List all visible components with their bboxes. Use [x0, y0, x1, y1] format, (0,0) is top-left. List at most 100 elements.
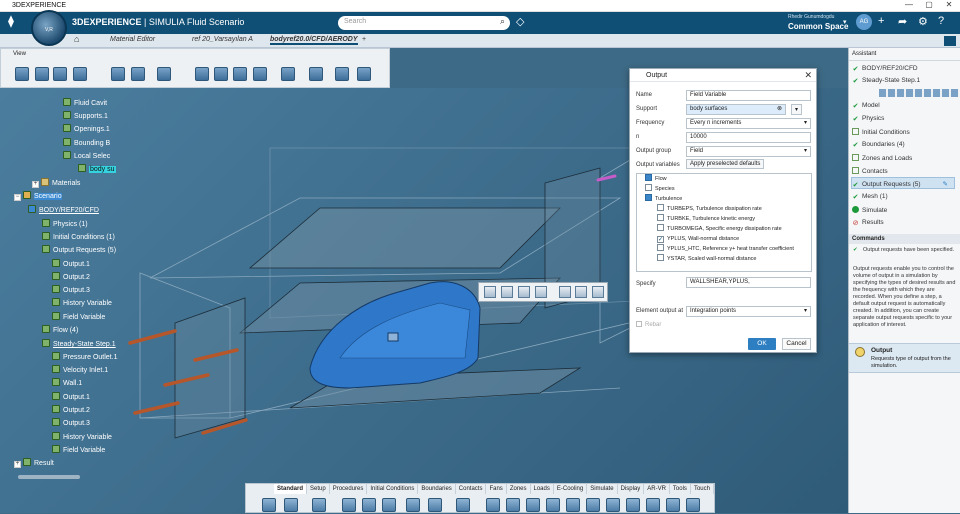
trap-select-icon[interactable] — [559, 286, 571, 298]
assistant-item-boundaries[interactable]: ✔ Boundaries (4) — [852, 141, 905, 149]
simulate-icon[interactable] — [646, 498, 660, 512]
tree-item-physics[interactable]: Physics (1) — [42, 219, 88, 228]
compass-widget[interactable]: V,R — [31, 10, 67, 46]
view-mode-icon[interactable] — [131, 67, 145, 81]
checkbox[interactable] — [657, 224, 664, 231]
tree-item-output-3[interactable]: Output.3 — [52, 285, 90, 294]
group-icon[interactable] — [546, 498, 560, 512]
ok-button[interactable]: OK — [748, 338, 776, 350]
cursor-icon[interactable] — [484, 286, 496, 298]
tab-loads[interactable]: Loads — [531, 484, 554, 494]
rotate-icon[interactable] — [53, 67, 67, 81]
tree-item-step-output-3[interactable]: Output.3 — [52, 418, 90, 427]
tab-contacts[interactable]: Contacts — [456, 484, 487, 494]
assistant-item-model[interactable]: ✔ Model — [852, 102, 880, 110]
assistant-item-output-requests[interactable]: ✔ Output Requests (5) ✎ — [852, 180, 948, 189]
table-icon[interactable] — [428, 498, 442, 512]
tree-item-field-variable[interactable]: Field Variable — [52, 312, 105, 321]
avatar[interactable]: AG — [856, 14, 872, 30]
tree-item-body-surfaces[interactable]: body su — [78, 164, 116, 173]
section-icon[interactable] — [281, 67, 295, 81]
tree-item-fluid-cavity[interactable]: Fluid Cavit — [63, 98, 107, 107]
filter-icon[interactable] — [357, 67, 371, 81]
assistant-item-physics[interactable]: ✔ Physics — [852, 115, 885, 123]
chevron-down-icon[interactable]: ▾ — [843, 18, 847, 26]
publish-icon[interactable] — [566, 498, 580, 512]
assistant-item-simulate[interactable]: Simulate — [852, 206, 887, 214]
tree-item-output-requests[interactable]: Output Requests (5) — [42, 245, 116, 254]
settings-icon[interactable] — [456, 498, 470, 512]
export-icon[interactable] — [526, 498, 540, 512]
minimize-button[interactable]: — — [902, 0, 916, 9]
tree-item-body-ref20[interactable]: BODY/REF20/CFD — [28, 205, 99, 214]
support-field[interactable]: body surfaces ⊗ — [686, 104, 786, 115]
checkbox[interactable] — [657, 204, 664, 211]
mesh-icon[interactable] — [606, 498, 620, 512]
output-command-card[interactable]: Output Requests type of output from the … — [849, 343, 960, 373]
list-item[interactable]: Species — [637, 184, 811, 194]
tab-initial-conditions[interactable]: Initial Conditions — [367, 484, 419, 494]
tab-material-editor[interactable]: Material Editor — [110, 36, 155, 43]
tree-item-supports[interactable]: Supports.1 — [63, 111, 108, 120]
body-select-icon[interactable] — [518, 286, 530, 298]
checkbox[interactable] — [645, 184, 652, 191]
tab-fans[interactable]: Fans — [486, 484, 507, 494]
tab-aerody[interactable]: bodyref20.0/CFD/AERODY — [270, 36, 358, 45]
assistant-item-mesh[interactable]: ✔ Mesh (1) — [852, 193, 888, 201]
shading-icon[interactable] — [253, 67, 267, 81]
zoom-icon[interactable] — [15, 67, 29, 81]
expand-icon[interactable]: + — [14, 461, 21, 468]
checkbox[interactable] — [645, 194, 652, 201]
tab-zones[interactable]: Zones — [507, 484, 531, 494]
face-select-icon[interactable] — [501, 286, 513, 298]
tree-item-initial-conditions[interactable]: Initial Conditions (1) — [42, 232, 115, 241]
tab-simulate[interactable]: Simulate — [587, 484, 618, 494]
checkbox[interactable] — [645, 174, 652, 181]
expand-icon[interactable] — [944, 36, 956, 46]
tree-item-local-selection[interactable]: Local Selec — [63, 151, 110, 160]
tree-item-openings[interactable]: Openings.1 — [63, 124, 110, 133]
close-icon[interactable]: ✕ — [804, 70, 812, 81]
list-item[interactable]: TURBKE, Turbulence kinetic energy — [637, 214, 811, 224]
tab-touch[interactable]: Touch — [691, 484, 714, 494]
tab-e-cooling[interactable]: E-Cooling — [554, 484, 588, 494]
material-icon[interactable] — [406, 498, 420, 512]
close-window-button[interactable]: ✕ — [942, 0, 956, 9]
more-icon[interactable] — [686, 498, 700, 512]
update-icon[interactable] — [382, 498, 396, 512]
undo-icon[interactable] — [312, 498, 326, 512]
render-icon[interactable] — [233, 67, 247, 81]
assistant-toolbar[interactable] — [879, 89, 959, 97]
maximize-button[interactable]: ▢ — [922, 0, 936, 9]
tree-item-wall[interactable]: Wall.1 — [52, 378, 82, 387]
magnet-icon[interactable] — [592, 286, 604, 298]
assistant-item-results[interactable]: ⊘ Results — [852, 219, 884, 227]
apply-defaults-button[interactable]: Apply preselected defaults — [686, 159, 765, 169]
import-icon[interactable] — [506, 498, 520, 512]
tree-item-bounding-box[interactable]: Bounding B — [63, 138, 110, 147]
assistant-item-contacts[interactable]: Contacts — [852, 167, 888, 175]
capture-icon[interactable] — [111, 67, 125, 81]
assistant-model-root[interactable]: ✔ BODY/REF20/CFD — [852, 65, 918, 73]
search-input[interactable]: Search ⌕ — [338, 16, 510, 30]
list-item[interactable]: ✓ YPLUS, Wall-normal distance — [637, 234, 811, 244]
new-tab-button[interactable]: + — [362, 36, 366, 43]
assistant-step[interactable]: ✔ Steady-State Step.1 — [852, 77, 921, 85]
save-icon[interactable] — [284, 498, 298, 512]
tab-tools[interactable]: Tools — [670, 484, 691, 494]
list-item[interactable]: YPLUS_HTC, Reference y+ heat transfer co… — [637, 244, 811, 254]
edit-icon[interactable]: ✎ — [943, 181, 948, 188]
tab-standard[interactable]: Standard — [274, 484, 308, 494]
zoom-area-icon[interactable] — [73, 67, 87, 81]
name-field[interactable]: Field Variable — [686, 90, 811, 101]
assistant-item-zones-loads[interactable]: Zones and Loads — [852, 154, 912, 162]
checkbox[interactable] — [657, 244, 664, 251]
tree-item-history-variable[interactable]: History Variable — [52, 298, 112, 307]
specify-field[interactable]: WALLSHEAR,YPLUS, — [686, 277, 811, 288]
cube-icon[interactable] — [157, 67, 171, 81]
list-item[interactable]: YSTAR, Scaled wall-normal distance — [637, 254, 811, 264]
tree-item-materials[interactable]: + Materials — [32, 178, 80, 188]
help-icon[interactable]: ? — [938, 15, 944, 27]
clear-icon[interactable]: ⊗ — [777, 105, 782, 112]
probe-icon[interactable] — [626, 498, 640, 512]
